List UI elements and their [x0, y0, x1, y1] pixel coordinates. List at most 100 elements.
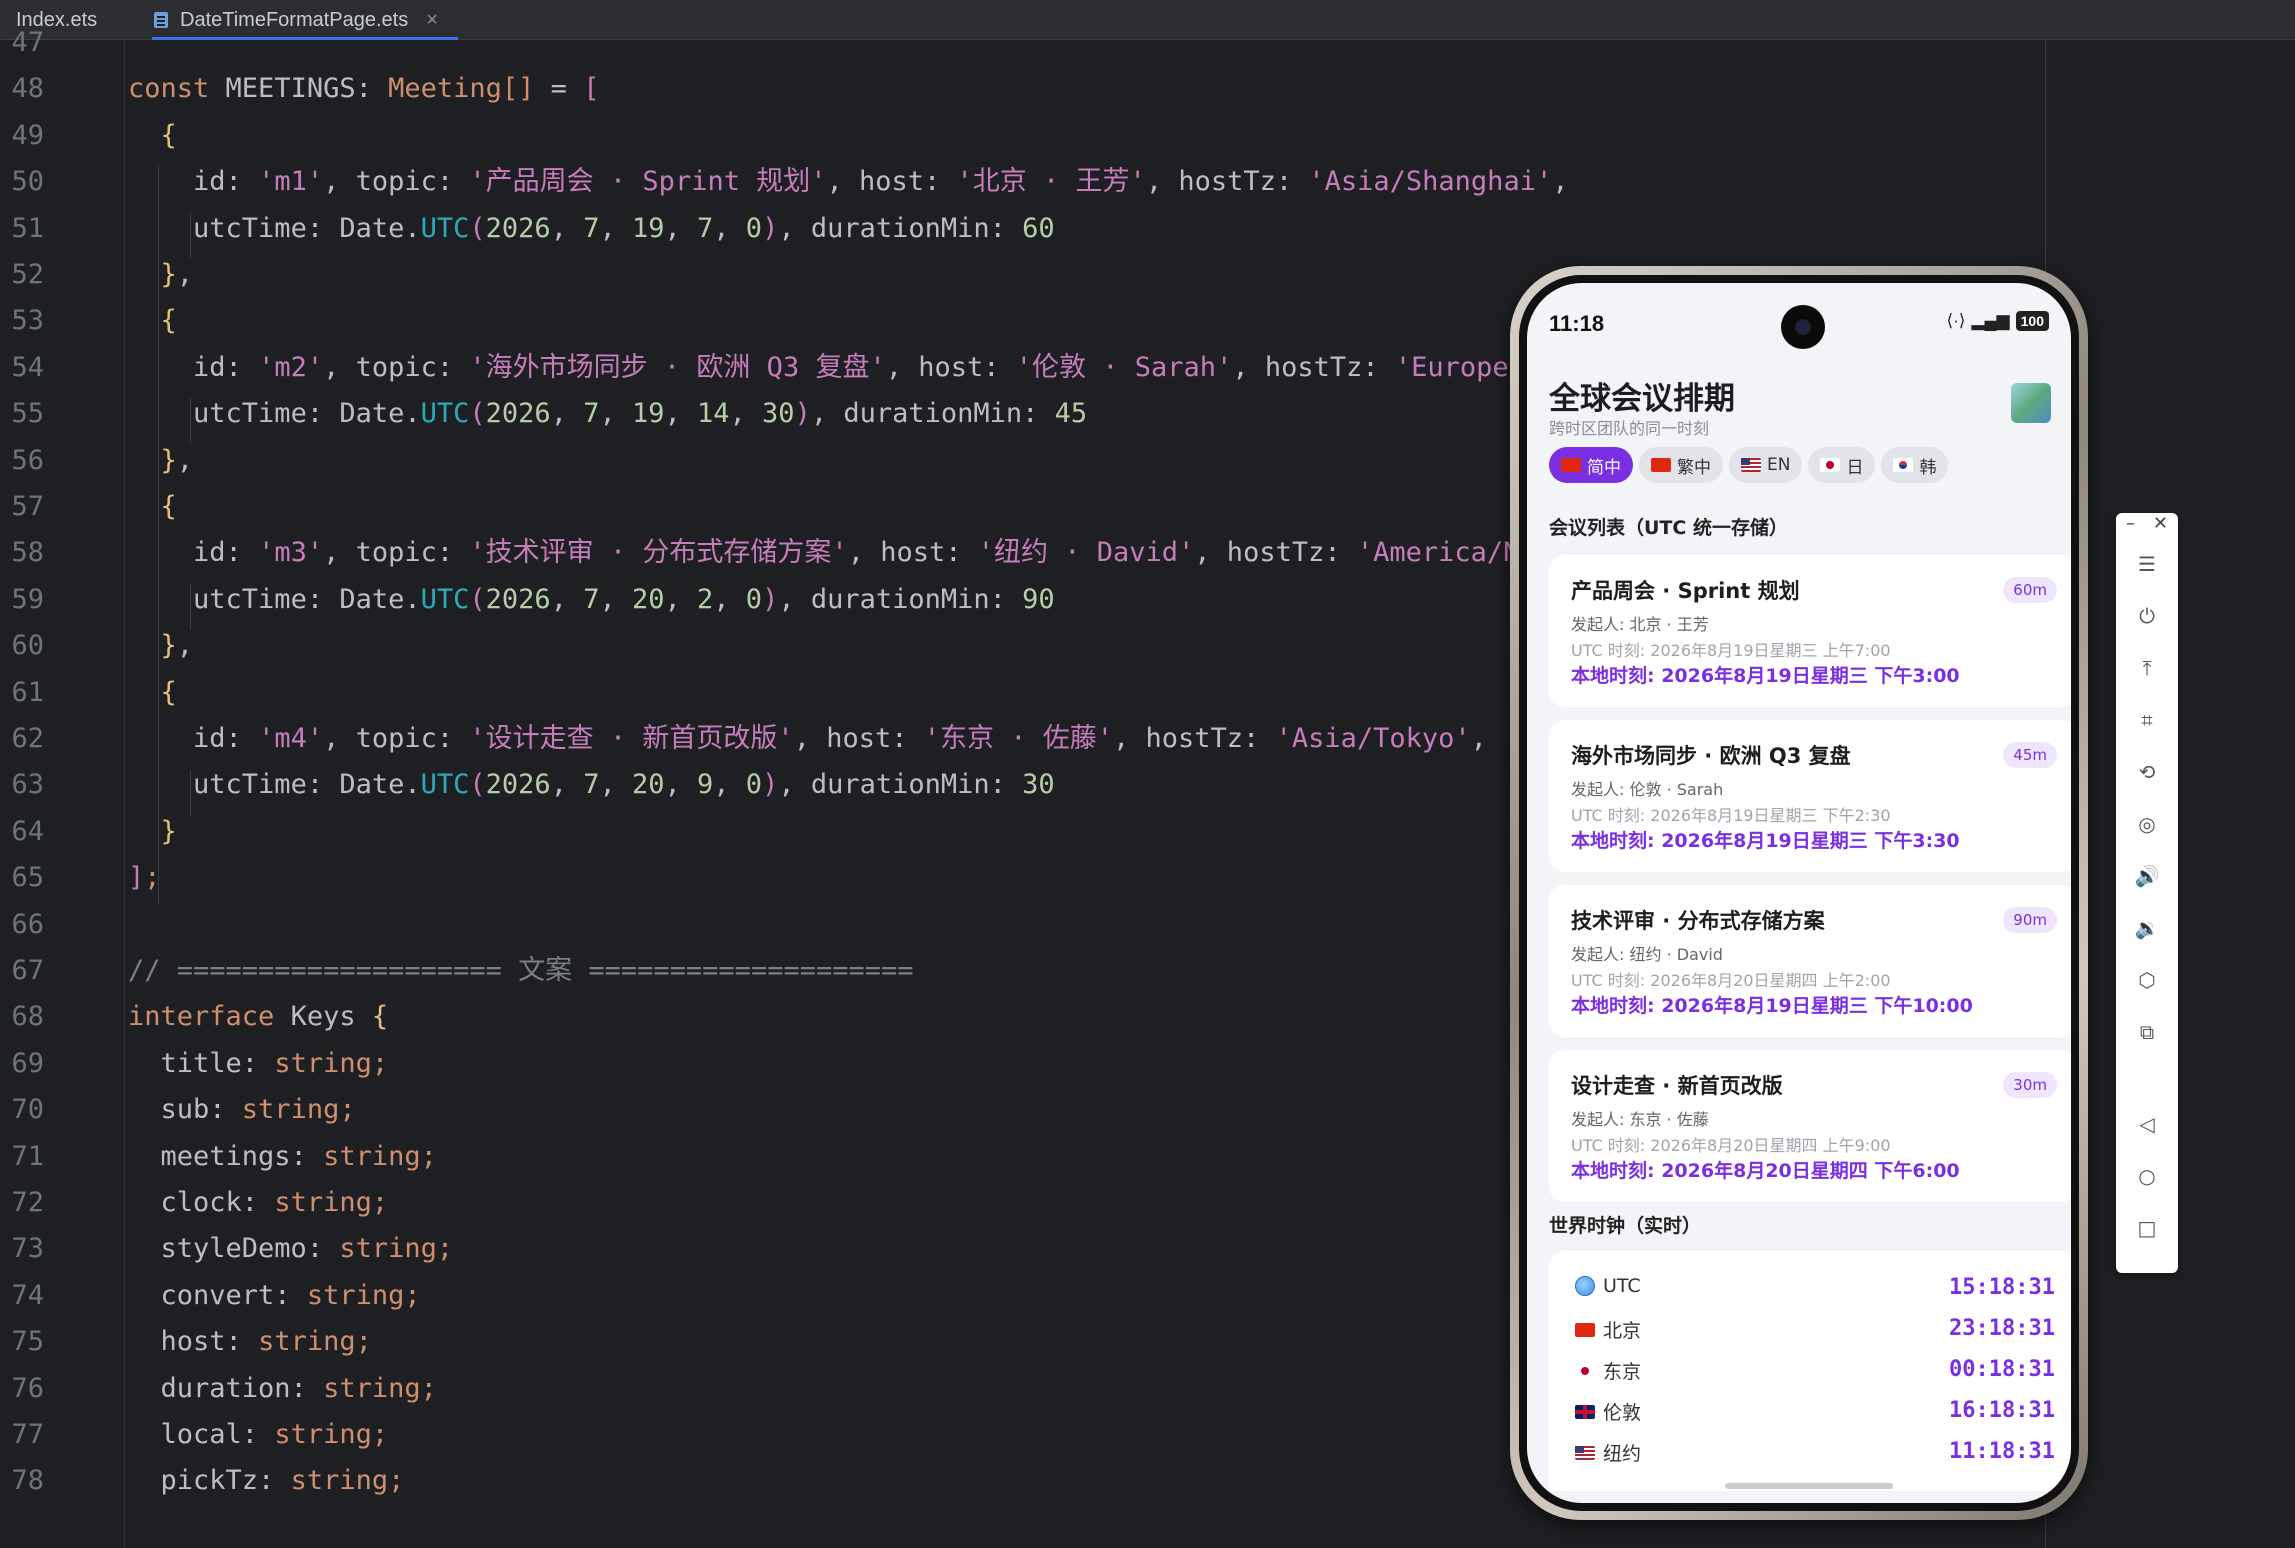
menu-icon[interactable]: ☰: [2132, 549, 2162, 579]
meeting-card[interactable]: 设计走查 · 新首页改版 30m 发起人: 东京 · 佐藤 UTC 时刻: 2026年…: [1549, 1050, 2071, 1202]
recents-icon[interactable]: □: [2132, 1213, 2162, 1243]
code-line: 67 // ==================== 文案 ===========…: [0, 948, 913, 994]
location-icon[interactable]: ◎: [2132, 809, 2162, 839]
code-line: 70 sub: string;: [0, 1087, 356, 1133]
code-line: 51 utcTime: Date.UTC(2026, 7, 19, 7, 0),…: [0, 206, 1054, 252]
line-number: 51: [11, 212, 44, 244]
code-text: meetings: string;: [160, 1140, 437, 1172]
code-text: }: [160, 815, 177, 847]
line-number: 75: [11, 1326, 44, 1358]
status-icons: ⟨·⟩ ▂▄▆ 100: [1946, 311, 2049, 331]
clock-row: 纽约 11:18:31: [1575, 1439, 2055, 1469]
clock-section-title: 世界时钟（实时）: [1549, 1215, 1702, 1237]
language-chip[interactable]: 韩: [1881, 447, 1949, 483]
line-number: 59: [11, 583, 44, 615]
data-transfer-icon: ⟨·⟩: [1946, 311, 1966, 330]
code-line: 52 },: [0, 252, 193, 298]
code-text: convert: string;: [160, 1279, 421, 1311]
rotate-icon[interactable]: ⟲: [2132, 757, 2162, 787]
clock-city-label: 北京: [1603, 1320, 1642, 1342]
volume-down-icon[interactable]: 🔉: [2132, 913, 2162, 943]
close-icon[interactable]: ✕: [2153, 513, 2168, 534]
code-line: 62 id: 'm4', topic: '设计走查 · 新首页改版', host…: [0, 716, 1487, 762]
meeting-local-time: 本地时刻: 2026年8月19日星期三 下午3:30: [1571, 830, 1960, 852]
line-number: 76: [11, 1372, 44, 1404]
language-chip[interactable]: EN: [1729, 447, 1803, 483]
meeting-utc-time: UTC 时刻: 2026年8月20日星期四 上午9:00: [1571, 1136, 1891, 1155]
language-chip[interactable]: 繁中: [1639, 447, 1723, 483]
home-icon[interactable]: ○: [2132, 1161, 2162, 1191]
code-text: utcTime: Date.UTC(2026, 7, 20, 9, 0), du…: [193, 769, 1055, 801]
toolbar-header: – ✕: [2116, 513, 2178, 537]
duration-badge: 45m: [2003, 742, 2057, 768]
code-line: 66: [0, 902, 128, 948]
duration-badge: 90m: [2003, 907, 2057, 933]
close-tab-icon[interactable]: ×: [426, 9, 438, 32]
meeting-local-time: 本地时刻: 2026年8月19日星期三 下午10:00: [1571, 995, 1973, 1017]
code-line: 57 {: [0, 484, 176, 530]
code-text: interface Keys {: [128, 1001, 389, 1033]
language-chip[interactable]: 简中: [1549, 447, 1633, 483]
language-chip-label: EN: [1767, 455, 1791, 475]
meetings-section-title: 会议列表（UTC 统一存储）: [1549, 517, 1788, 539]
flag-cn-icon: [1575, 1322, 1595, 1337]
pin-top-icon[interactable]: ⤒: [2132, 653, 2162, 683]
meeting-host: 发起人: 东京 · 佐藤: [1571, 1110, 1709, 1129]
minimize-icon[interactable]: –: [2126, 513, 2135, 534]
line-number: 71: [11, 1140, 44, 1172]
flag-us-icon: [1575, 1445, 1595, 1460]
front-camera: [1781, 305, 1825, 349]
code-text: pickTz: string;: [160, 1465, 405, 1497]
code-line: 55 utcTime: Date.UTC(2026, 7, 19, 14, 30…: [0, 391, 1087, 437]
line-number: 53: [11, 305, 44, 337]
line-number: 52: [11, 259, 44, 290]
flag-kr-icon: [1893, 458, 1914, 472]
code-line: 53 {: [0, 298, 176, 344]
code-text: id: 'm1', topic: '产品周会 · Sprint 规划', hos…: [193, 166, 1569, 198]
meeting-utc-time: UTC 时刻: 2026年8月19日星期三 上午7:00: [1571, 641, 1891, 660]
language-chip[interactable]: 日: [1808, 447, 1876, 483]
clock-city: 纽约: [1575, 1439, 1641, 1466]
crop-icon[interactable]: ⌗: [2132, 705, 2162, 735]
home-indicator[interactable]: [1725, 1483, 1893, 1489]
tab-datetimeformatpage[interactable]: DateTimeFormatPage.ets ×: [152, 0, 458, 40]
phone-screen[interactable]: 11:18 ⟨·⟩ ▂▄▆ 100 全球会议排期 跨时区团队的同一时刻 简中 繁中…: [1527, 283, 2071, 1503]
line-number: 70: [11, 1094, 44, 1126]
clock-time: 00:18:31: [1949, 1357, 2055, 1382]
code-text: utcTime: Date.UTC(2026, 7, 20, 2, 0), du…: [193, 583, 1055, 615]
line-number: 77: [11, 1419, 44, 1450]
code-text: id: 'm4', topic: '设计走查 · 新首页改版', host: '…: [193, 723, 1487, 754]
meeting-card[interactable]: 海外市场同步 · 欧洲 Q3 复盘 45m 发起人: 伦敦 · Sarah UTC 时…: [1549, 720, 2071, 872]
screenshot-icon[interactable]: ⬡: [2132, 965, 2162, 995]
code-text: },: [160, 630, 194, 662]
volume-up-icon[interactable]: 🔊: [2132, 861, 2162, 891]
back-icon[interactable]: ◁: [2132, 1109, 2162, 1139]
code-text: id: 'm2', topic: '海外市场同步 · 欧洲 Q3 复盘', ho…: [193, 351, 1525, 383]
code-line: 71 meetings: string;: [0, 1134, 437, 1180]
code-line: 56 },: [0, 438, 193, 484]
line-number: 62: [11, 723, 44, 754]
power-icon[interactable]: ⏻: [2132, 601, 2162, 631]
phone-emulator-frame: 11:18 ⟨·⟩ ▂▄▆ 100 全球会议排期 跨时区团队的同一时刻 简中 繁中…: [1510, 266, 2088, 1520]
code-text: },: [160, 444, 194, 476]
line-number: 47: [11, 27, 44, 58]
language-selector: 简中 繁中 EN 日 韩: [1549, 447, 1949, 483]
meeting-card[interactable]: 产品周会 · Sprint 规划 60m 发起人: 北京 · 王芳 UTC 时刻: 2…: [1549, 555, 2071, 707]
language-chip-label: 韩: [1919, 457, 1937, 478]
multiscreen-icon[interactable]: ⧉: [2132, 1017, 2162, 1047]
code-text: ];: [128, 862, 161, 894]
language-chip-label: 日: [1846, 457, 1864, 478]
clock-city-label: 东京: [1603, 1361, 1642, 1383]
code-text: clock: string;: [160, 1187, 389, 1218]
meeting-utc-time: UTC 时刻: 2026年8月20日星期四 上午2:00: [1571, 971, 1891, 990]
code-text: sub: string;: [160, 1094, 356, 1126]
line-number: 61: [11, 676, 44, 708]
meeting-card[interactable]: 技术评审 · 分布式存储方案 90m 发起人: 纽约 · David UTC 时刻: …: [1549, 885, 2071, 1037]
code-line: 61 {: [0, 670, 176, 716]
duration-badge: 30m: [2003, 1072, 2057, 1098]
code-line: 76 duration: string;: [0, 1366, 436, 1412]
code-line: 58 id: 'm3', topic: '技术评审 · 分布式存储方案', ho…: [0, 530, 1535, 576]
meeting-host: 发起人: 伦敦 · Sarah: [1571, 780, 1724, 799]
code-text: const MEETINGS: Meeting[] = [: [128, 73, 600, 105]
line-number: 49: [11, 119, 44, 151]
